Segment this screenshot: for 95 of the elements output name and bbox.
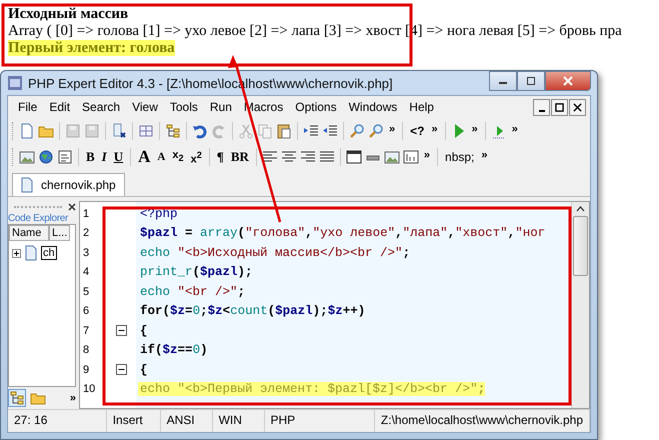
code-line: { (139, 362, 148, 377)
app-icon (7, 75, 23, 91)
search-next-icon[interactable] (368, 123, 384, 139)
toolbar-button[interactable]: I (100, 149, 109, 165)
toolbar-button[interactable]: ¶ (214, 149, 226, 165)
menu-item[interactable]: File (12, 98, 44, 116)
menu-item[interactable]: Options (289, 98, 343, 116)
status-field: 27: 16 (8, 410, 107, 432)
form-icon[interactable] (57, 149, 73, 165)
image-icon[interactable] (19, 149, 35, 165)
menu-item[interactable]: Help (403, 98, 440, 116)
minimize-button[interactable] (489, 71, 517, 91)
line-number: 4 (82, 266, 90, 278)
minimize-icon (538, 110, 544, 112)
toolbar-button[interactable]: A (155, 149, 168, 165)
scroll-up-icon[interactable] (576, 206, 585, 212)
code-line: for($z=0;$z<count($pazl);$z++) (139, 304, 366, 318)
cut-icon[interactable] (238, 123, 254, 139)
close-button[interactable] (569, 98, 586, 116)
more-chevron[interactable]: » (422, 147, 432, 163)
search-icon[interactable] (349, 123, 365, 139)
menu-item[interactable]: Edit (43, 98, 76, 116)
toolbar-button[interactable]: x$^{2}$ (188, 146, 204, 168)
restore-button[interactable] (551, 98, 568, 116)
step-icon[interactable] (490, 123, 507, 139)
toolbar-button[interactable]: x$_{2}$ (170, 147, 186, 167)
scrollbar[interactable] (571, 202, 589, 408)
undo-icon[interactable] (192, 123, 208, 139)
toolbar-button[interactable]: <? (408, 123, 426, 139)
picture-icon[interactable] (384, 149, 400, 165)
toolbar-button[interactable]: BR (228, 149, 251, 165)
output-heading: Исходный массив (8, 6, 130, 23)
line-number: 6 (82, 305, 90, 318)
line-number: 2 (82, 227, 90, 240)
globe-icon[interactable] (38, 149, 54, 165)
code-line: if($z==0) (139, 343, 208, 358)
menu-item[interactable]: View (126, 98, 164, 116)
status-field: PHP (264, 410, 375, 432)
column-header[interactable]: L... (49, 225, 70, 241)
code-line: $pazl = array("голова","ухо левое","лапа","хвост","ног (139, 226, 546, 240)
menu-item[interactable]: Windows (342, 98, 404, 116)
code-line: echo "<b>Исходный массив</b><br />"; (139, 246, 410, 260)
menu-item[interactable]: Search (76, 98, 126, 116)
tree-item[interactable]: ch (41, 246, 57, 260)
more-chevron[interactable]: » (429, 121, 440, 137)
close-icon (563, 76, 573, 86)
more-chevron[interactable]: » (470, 121, 480, 137)
grid-icon[interactable] (138, 123, 154, 139)
file-tab[interactable]: chernovik.php (12, 173, 125, 196)
close-icon[interactable] (68, 203, 76, 211)
expand-icon[interactable] (12, 248, 21, 258)
status-field: Z:\home\localhost\www\chernovik.php (374, 410, 590, 432)
new-file-icon[interactable] (19, 123, 35, 139)
paste-icon[interactable] (276, 123, 292, 139)
status-field: Insert (106, 410, 161, 432)
line-number: 9 (82, 364, 90, 376)
menu-item[interactable]: Run (204, 98, 238, 116)
panel-title: Code Explorer (8, 213, 70, 224)
toolbar-button[interactable]: U (112, 149, 126, 165)
close-file-icon[interactable] (111, 123, 127, 139)
collapse-icon[interactable] (116, 364, 127, 376)
text-field-icon[interactable] (402, 149, 419, 165)
minimize-button[interactable] (533, 98, 550, 116)
close-icon (573, 102, 582, 112)
output-first-element: Первый элемент: голова (8, 40, 175, 56)
maximize-icon (555, 102, 564, 112)
file-icon (19, 177, 35, 193)
line-number: 3 (82, 246, 90, 259)
code-line: { (139, 324, 148, 338)
maximize-button[interactable] (517, 71, 545, 91)
more-chevron[interactable]: » (479, 147, 490, 163)
line-number: 5 (82, 286, 90, 298)
tree-icon[interactable] (165, 123, 181, 139)
window-icon[interactable] (346, 149, 362, 165)
line-number: 8 (82, 344, 90, 356)
menu-item[interactable]: Tools (164, 98, 204, 116)
more-chevron[interactable]: » (510, 121, 520, 137)
line-number: 7 (82, 324, 90, 337)
scroll-thumb[interactable] (573, 216, 588, 276)
line-number: 1 (82, 208, 90, 220)
column-header[interactable]: Name (9, 225, 49, 241)
code-line: echo "<br />"; (139, 284, 246, 299)
file-icon (23, 245, 39, 261)
toolbar-button[interactable]: B (84, 149, 97, 165)
status-field: ANSI (160, 410, 213, 432)
toolbar-button[interactable]: nbsp; (443, 149, 476, 165)
maximize-icon (526, 76, 536, 86)
more-chevron[interactable]: » (70, 392, 76, 404)
more-chevron[interactable]: » (387, 121, 398, 137)
toolbar-button[interactable]: A (136, 149, 152, 165)
status-field: WIN (212, 410, 265, 432)
line-number: 10 (82, 383, 96, 396)
collapse-icon[interactable] (116, 325, 127, 336)
code-line: print_r($pazl); (139, 265, 253, 280)
tree-icon[interactable] (8, 389, 26, 407)
